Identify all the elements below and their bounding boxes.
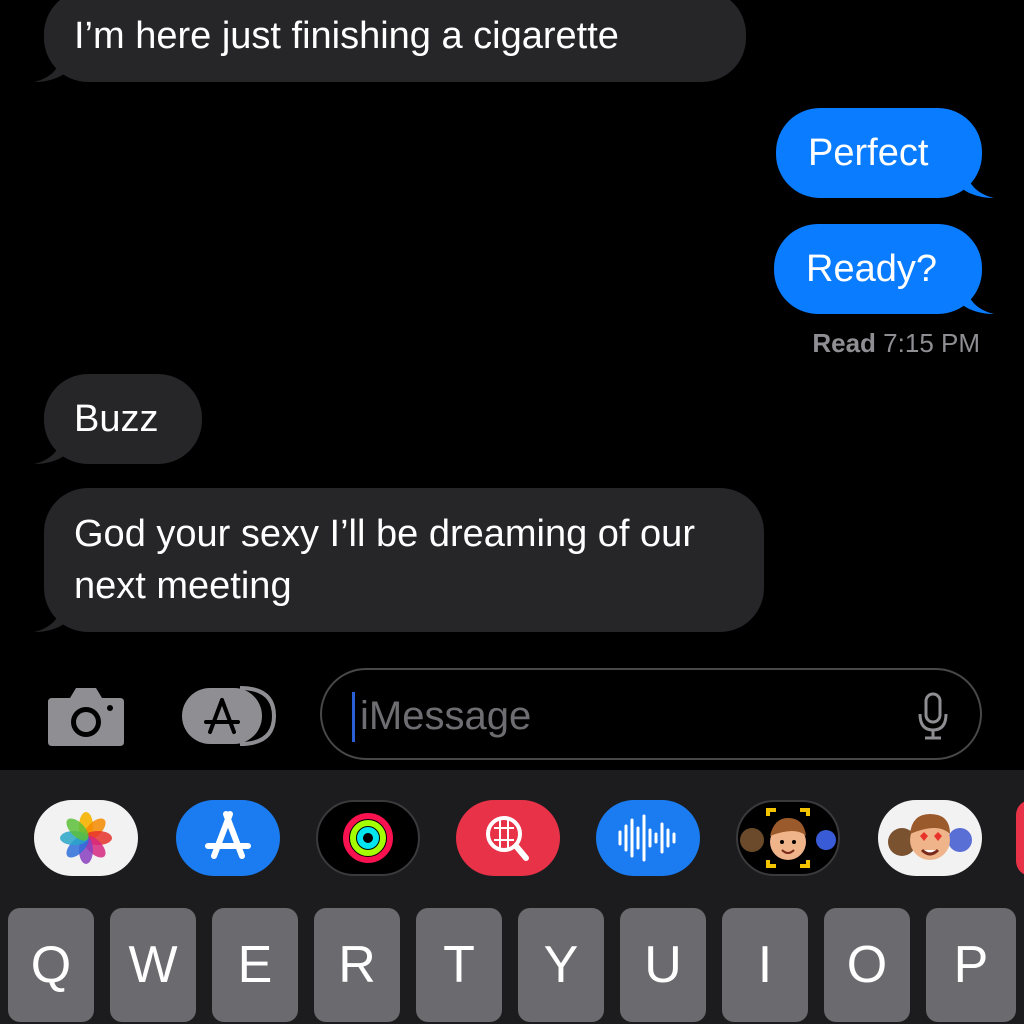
- text-cursor: [352, 692, 355, 742]
- key-i[interactable]: I: [722, 908, 808, 1022]
- read-label: Read: [812, 328, 876, 358]
- key-o[interactable]: O: [824, 908, 910, 1022]
- memoji-stickers-icon[interactable]: [878, 800, 982, 876]
- apps-button-icon[interactable]: [180, 686, 276, 746]
- bubble-tail: [964, 164, 994, 198]
- image-search-icon[interactable]: [456, 800, 560, 876]
- bubble-tail: [34, 430, 64, 464]
- message-bubble-received[interactable]: God your sexy I’ll be dreaming of our ne…: [34, 488, 764, 632]
- key-t[interactable]: T: [416, 908, 502, 1022]
- audio-message-icon[interactable]: [596, 800, 700, 876]
- bubble-tail: [964, 280, 994, 314]
- keyboard: Q W E R T Y U I O P: [0, 900, 1024, 1024]
- bubble-tail: [34, 48, 64, 82]
- key-e[interactable]: E: [212, 908, 298, 1022]
- photos-icon[interactable]: [34, 800, 138, 876]
- bubble-tail: [34, 598, 64, 632]
- microphone-icon[interactable]: [916, 692, 950, 742]
- message-text: Ready?: [806, 248, 937, 290]
- input-placeholder: iMessage: [360, 694, 532, 738]
- key-w[interactable]: W: [110, 908, 196, 1022]
- message-text: Perfect: [808, 132, 929, 174]
- message-bubble-sent[interactable]: Perfect: [776, 108, 994, 198]
- fitness-rings-icon[interactable]: [316, 800, 420, 876]
- message-input[interactable]: iMessage: [320, 668, 982, 760]
- memoji-icon[interactable]: [736, 800, 840, 876]
- key-u[interactable]: U: [620, 908, 706, 1022]
- message-bubble-sent[interactable]: Ready?: [774, 224, 994, 314]
- message-bubble-received[interactable]: Buzz: [34, 374, 202, 464]
- key-r[interactable]: R: [314, 908, 400, 1022]
- app-store-icon[interactable]: [176, 800, 280, 876]
- more-apps-icon[interactable]: [1016, 800, 1024, 876]
- read-time: 7:15 PM: [883, 328, 980, 358]
- key-q[interactable]: Q: [8, 908, 94, 1022]
- key-y[interactable]: Y: [518, 908, 604, 1022]
- read-receipt: Read 7:15 PM: [812, 328, 980, 359]
- message-bubble-received[interactable]: I’m here just finishing a cigarette: [34, 0, 746, 82]
- app-drawer: [0, 770, 1024, 900]
- key-p[interactable]: P: [926, 908, 1016, 1022]
- message-text: I’m here just finishing a cigarette: [74, 15, 619, 57]
- message-text: Buzz: [74, 398, 159, 440]
- camera-icon[interactable]: [46, 684, 126, 746]
- message-text: God your sexy I’ll be dreaming of our ne…: [74, 513, 695, 607]
